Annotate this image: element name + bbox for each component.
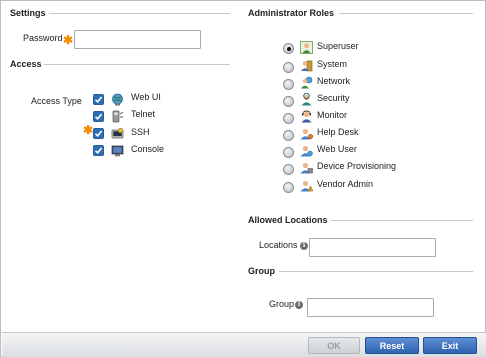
- admin-user-dialog: Settings Password ✱ Access Access Type W…: [0, 0, 486, 357]
- password-required-icon: ✱: [63, 33, 74, 47]
- monitor-label: Monitor: [317, 110, 348, 120]
- network-label: Network: [317, 76, 351, 86]
- ssh-icon: [111, 127, 124, 140]
- group-label: Group: [269, 299, 295, 309]
- system-icon: [300, 59, 313, 72]
- help-desk-radio[interactable]: [283, 130, 294, 141]
- network-radio[interactable]: [283, 79, 294, 90]
- access-divider: [44, 64, 230, 65]
- group-divider: [279, 271, 473, 272]
- settings-divider: [49, 13, 230, 14]
- web-ui-icon: [111, 93, 124, 106]
- allowed-locations-divider: [331, 220, 473, 221]
- telnet-icon: [111, 110, 124, 123]
- web-ui-checkbox[interactable]: [93, 94, 104, 105]
- locations-input[interactable]: [309, 238, 436, 257]
- group-input[interactable]: [307, 298, 434, 317]
- system-label: System: [317, 59, 348, 69]
- access-type-label: Access Type: [31, 96, 82, 106]
- console-checkbox[interactable]: [93, 145, 104, 156]
- ssh-checkbox[interactable]: [93, 128, 104, 139]
- network-icon: [300, 76, 313, 89]
- console-icon: [111, 144, 124, 157]
- password-label: Password: [23, 33, 63, 43]
- access-section-title: Access: [10, 59, 42, 69]
- web-user-label: Web User: [317, 144, 357, 154]
- device-provisioning-radio[interactable]: [283, 164, 294, 175]
- telnet-label: Telnet: [131, 109, 156, 119]
- telnet-required-icon: ✱: [83, 123, 94, 137]
- allowed-locations-section-title: Allowed Locations: [248, 215, 328, 225]
- settings-section-title: Settings: [10, 8, 46, 18]
- exit-button[interactable]: Exit: [423, 337, 477, 354]
- system-radio[interactable]: [283, 62, 294, 73]
- vendor-admin-icon: [300, 179, 314, 192]
- monitor-radio[interactable]: [283, 113, 294, 124]
- superuser-icon: [300, 41, 313, 54]
- roles-divider: [339, 13, 473, 14]
- group-section-title: Group: [248, 266, 275, 276]
- superuser-label: Superuser: [317, 41, 359, 51]
- console-label: Console: [131, 144, 165, 154]
- monitor-icon: [300, 110, 313, 123]
- web-user-radio[interactable]: [283, 147, 294, 158]
- security-label: Security: [317, 93, 350, 103]
- security-radio[interactable]: [283, 96, 294, 107]
- ssh-label: SSH: [131, 127, 150, 137]
- web-user-icon: [300, 144, 313, 157]
- roles-section-title: Administrator Roles: [248, 8, 335, 18]
- ok-button[interactable]: OK: [308, 337, 360, 354]
- device-provisioning-icon: [300, 161, 313, 174]
- help-desk-label: Help Desk: [317, 127, 359, 137]
- superuser-radio[interactable]: [283, 43, 294, 54]
- group-info-icon[interactable]: i: [295, 301, 303, 309]
- vendor-admin-radio[interactable]: [283, 182, 294, 193]
- device-provisioning-label: Device Provisioning: [317, 161, 397, 171]
- web-ui-label: Web UI: [131, 92, 161, 102]
- help-desk-icon: [300, 127, 314, 140]
- locations-info-icon[interactable]: i: [300, 242, 308, 250]
- telnet-checkbox[interactable]: [93, 111, 104, 122]
- password-input[interactable]: [74, 30, 201, 49]
- reset-button[interactable]: Reset: [365, 337, 419, 354]
- vendor-admin-label: Vendor Admin: [317, 179, 374, 189]
- security-icon: [300, 92, 313, 106]
- locations-label: Locations: [259, 240, 298, 250]
